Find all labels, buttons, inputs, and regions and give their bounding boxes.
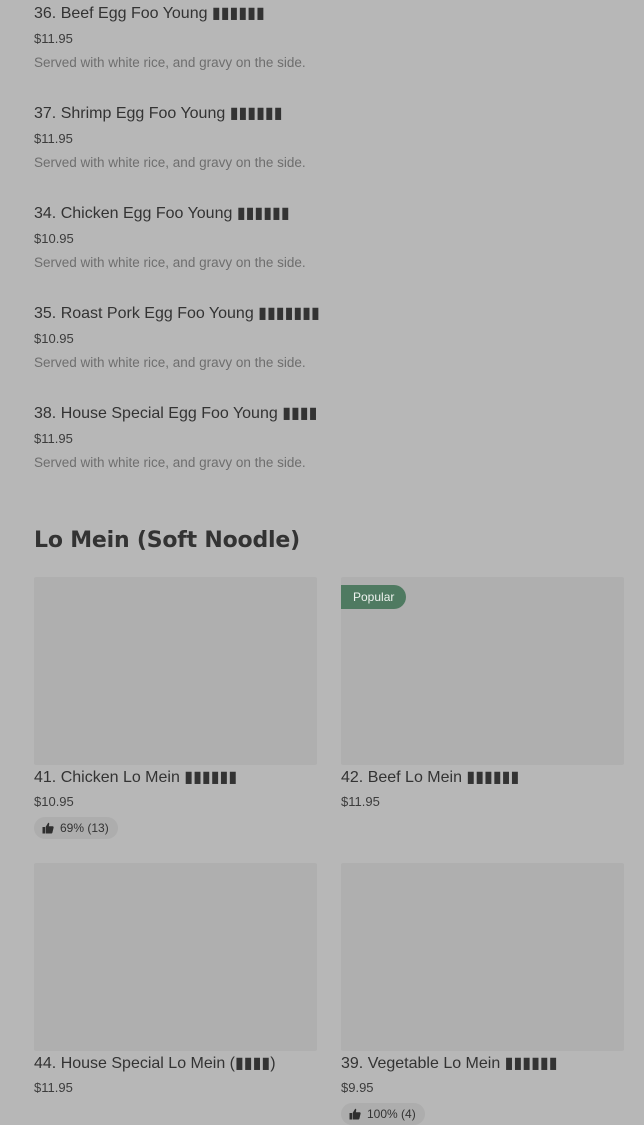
menu-item[interactable]: 38. House Special Egg Foo Young ▮▮▮▮ $11… [34,400,624,500]
menu-item-price: $11.95 [34,431,73,446]
thumbs-up-icon [42,822,54,834]
menu-item[interactable]: 35. Roast Pork Egg Foo Young ▮▮▮▮▮▮▮ $10… [34,300,624,400]
rating-text: 69% (13) [60,821,109,835]
menu-card-image: Popular [341,577,624,765]
menu-card-price: $10.95 [34,794,74,809]
menu-item-price: $10.95 [34,331,74,346]
menu-item-description: Served with white rice, and gravy on the… [34,55,306,70]
menu-card-name: 41. Chicken Lo Mein ▮▮▮▮▮▮ [34,769,238,786]
menu-card-image [34,577,317,765]
menu-item-description: Served with white rice, and gravy on the… [34,355,306,370]
menu-card-name: 44. House Special Lo Mein (▮▮▮▮) [34,1055,276,1072]
section-title: Lo Mein (Soft Noodle) [34,528,300,553]
menu-item[interactable]: 37. Shrimp Egg Foo Young ▮▮▮▮▮▮ $11.95 S… [34,100,624,200]
egg-foo-young-list: 36. Beef Egg Foo Young ▮▮▮▮▮▮ $11.95 Ser… [34,0,624,500]
menu-item-price: $11.95 [34,31,73,46]
menu-card-price: $11.95 [34,1080,73,1095]
menu-item-description: Served with white rice, and gravy on the… [34,255,306,270]
menu-card-image [34,863,317,1051]
menu-card-name: 39. Vegetable Lo Mein ▮▮▮▮▮▮ [341,1055,558,1072]
menu-item-price: $11.95 [34,131,73,146]
menu-item[interactable]: 36. Beef Egg Foo Young ▮▮▮▮▮▮ $11.95 Ser… [34,0,624,100]
menu-item-name: 36. Beef Egg Foo Young ▮▮▮▮▮▮ [34,5,265,22]
menu-item-description: Served with white rice, and gravy on the… [34,155,306,170]
menu-card-price: $11.95 [341,794,380,809]
menu-item-name: 38. House Special Egg Foo Young ▮▮▮▮ [34,405,318,422]
menu-item-name: 35. Roast Pork Egg Foo Young ▮▮▮▮▮▮▮ [34,305,320,322]
menu-item-description: Served with white rice, and gravy on the… [34,455,306,470]
menu-item[interactable]: 34. Chicken Egg Foo Young ▮▮▮▮▮▮ $10.95 … [34,200,624,300]
menu-card[interactable]: Popular 42. Beef Lo Mein ▮▮▮▮▮▮ $11.95 [341,577,624,813]
menu-card-image [341,863,624,1051]
rating-badge: 69% (13) [34,817,118,839]
menu-card-price: $9.95 [341,1080,374,1095]
rating-text: 100% (4) [367,1107,416,1121]
popular-badge: Popular [341,585,407,609]
menu-item-price: $10.95 [34,231,74,246]
menu-item-name: 34. Chicken Egg Foo Young ▮▮▮▮▮▮ [34,205,290,222]
thumbs-up-icon [349,1108,361,1120]
menu-item-name: 37. Shrimp Egg Foo Young ▮▮▮▮▮▮ [34,105,283,122]
menu-card-name: 42. Beef Lo Mein ▮▮▮▮▮▮ [341,769,520,786]
menu-card[interactable]: 44. House Special Lo Mein (▮▮▮▮) $11.95 [34,863,317,1099]
menu-card[interactable]: 39. Vegetable Lo Mein ▮▮▮▮▮▮ $9.95 100% … [341,863,624,1125]
menu-card[interactable]: 41. Chicken Lo Mein ▮▮▮▮▮▮ $10.95 69% (1… [34,577,317,839]
